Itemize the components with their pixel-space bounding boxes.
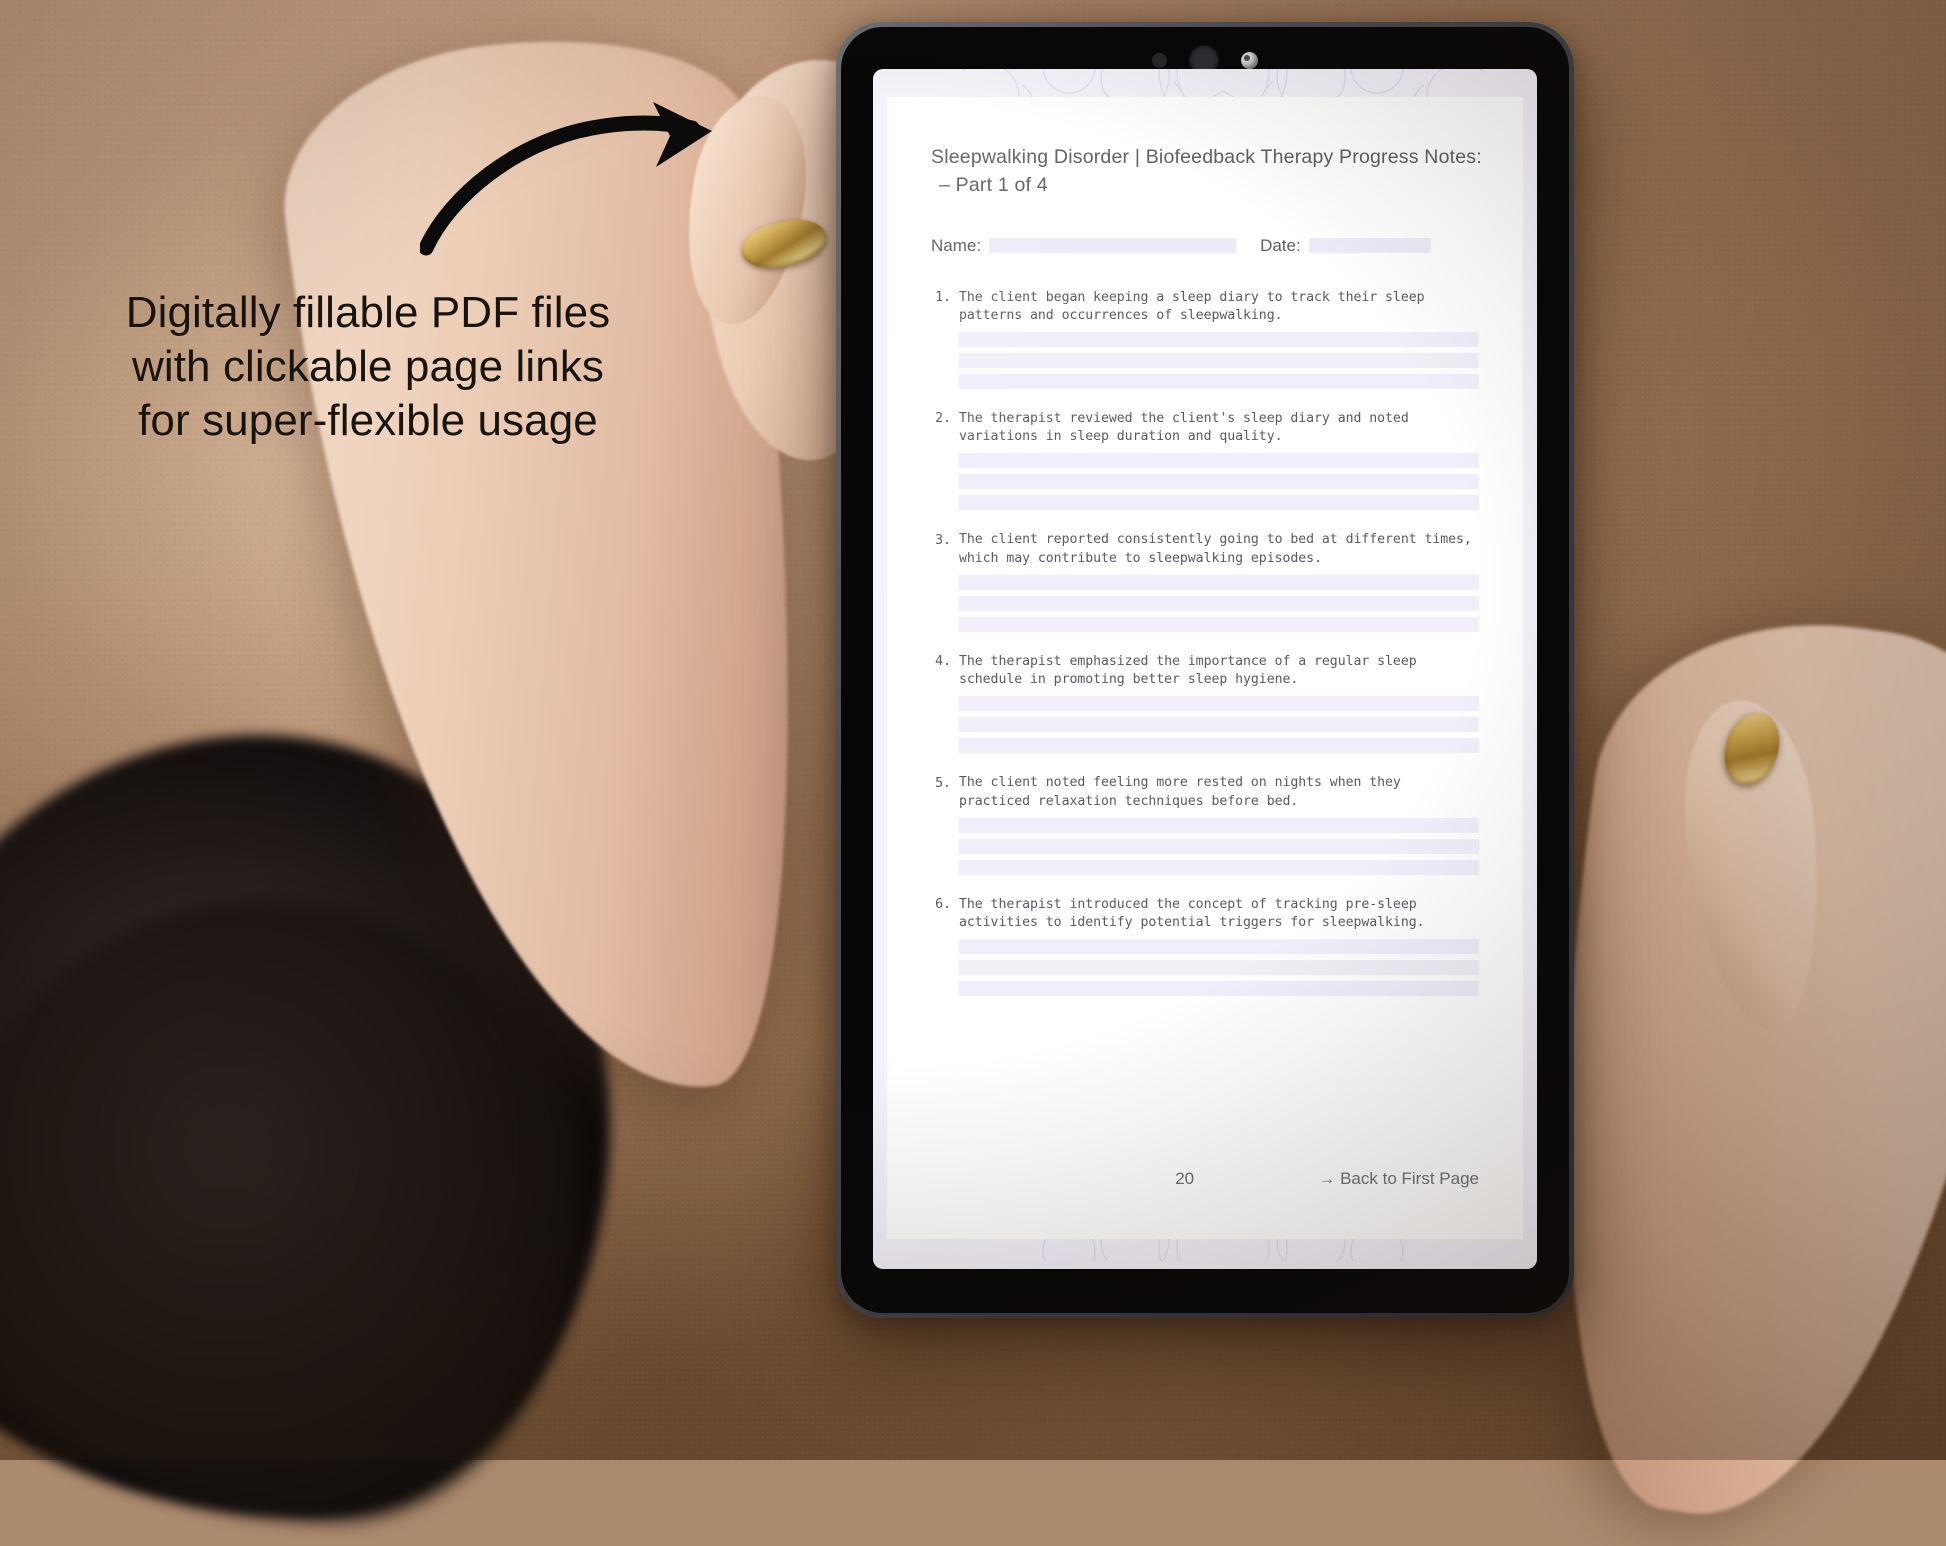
name-label: Name:	[931, 235, 982, 255]
front-camera-icon	[1241, 51, 1258, 69]
note-item-number: 4.	[935, 654, 951, 670]
note-item-text: The client reported consistently going t…	[959, 532, 1472, 566]
answer-line-input[interactable]	[959, 495, 1479, 511]
note-item-number: 2.	[935, 411, 951, 427]
note-item: 6. The therapist introduced the concept …	[931, 896, 1479, 997]
document-subtitle: – Part 1 of 4	[939, 174, 1048, 197]
person-hair-highlight	[0, 900, 580, 1520]
note-item-number: 1.	[935, 290, 951, 306]
note-item-number: 3.	[935, 532, 951, 548]
curved-arrow-right-icon	[420, 102, 712, 256]
note-item-text: The client began keeping a sleep diary t…	[959, 289, 1425, 323]
answer-line-input[interactable]	[959, 717, 1479, 733]
answer-lines	[959, 817, 1479, 875]
answer-line-input[interactable]	[959, 574, 1479, 590]
answer-line-input[interactable]	[959, 817, 1479, 833]
answer-line-input[interactable]	[959, 738, 1479, 754]
note-item: 5. The client noted feeling more rested …	[931, 774, 1479, 875]
note-item-text: The therapist reviewed the client's slee…	[959, 410, 1409, 445]
answer-line-input[interactable]	[959, 595, 1479, 611]
note-item-text: The client noted feeling more rested on …	[959, 775, 1401, 809]
answer-line-input[interactable]	[959, 939, 1479, 955]
tablet-device: Sleepwalking Disorder | Biofeedback Ther…	[836, 22, 1574, 1318]
note-item-number: 5.	[935, 775, 951, 791]
answer-line-input[interactable]	[959, 960, 1479, 976]
promo-headline-line-2: with clickable page links	[131, 342, 605, 392]
note-item: 1. The client began keeping a sleep diar…	[931, 289, 1479, 389]
note-item-text: The therapist introduced the concept of …	[959, 896, 1425, 930]
answer-lines	[959, 939, 1479, 997]
answer-lines	[959, 331, 1479, 389]
answer-line-input[interactable]	[959, 453, 1479, 469]
name-input[interactable]	[989, 238, 1237, 254]
note-item-number: 6.	[935, 897, 951, 913]
answer-lines	[959, 696, 1479, 754]
answer-lines	[959, 574, 1479, 632]
answer-line-input[interactable]	[959, 474, 1479, 490]
pdf-page: Sleepwalking Disorder | Biofeedback Ther…	[887, 97, 1523, 1239]
answer-lines	[959, 453, 1479, 511]
note-item: 4. The therapist emphasized the importan…	[931, 653, 1479, 754]
page-number: 20	[1175, 1169, 1195, 1188]
note-item-text: The therapist emphasized the importance …	[959, 653, 1417, 688]
document-title: Sleepwalking Disorder | Biofeedback Ther…	[931, 146, 1482, 168]
meta-row: Name: Date:	[931, 236, 1479, 256]
tablet-screen[interactable]: Sleepwalking Disorder | Biofeedback Ther…	[873, 69, 1537, 1269]
promo-headline: Digitally fillable PDF files with clicka…	[58, 286, 678, 448]
answer-line-input[interactable]	[959, 859, 1479, 875]
answer-line-input[interactable]	[959, 352, 1479, 368]
answer-line-input[interactable]	[959, 616, 1479, 632]
tablet-bezel: Sleepwalking Disorder | Biofeedback Ther…	[841, 27, 1569, 1313]
promo-headline-line-3: for super-flexible usage	[138, 396, 598, 446]
answer-line-input[interactable]	[959, 838, 1479, 854]
answer-line-input[interactable]	[959, 981, 1479, 997]
note-item: 2. The therapist reviewed the client's s…	[931, 410, 1479, 511]
note-item: 3. The client reported consistently goin…	[931, 531, 1479, 632]
note-items-list: 1. The client began keeping a sleep diar…	[931, 289, 1479, 997]
answer-line-input[interactable]	[959, 373, 1479, 389]
answer-line-input[interactable]	[959, 331, 1479, 347]
date-input[interactable]	[1308, 238, 1431, 254]
page-footer: 20 → Back to First Page	[931, 1169, 1479, 1189]
date-label: Date:	[1260, 235, 1301, 255]
back-to-first-page-link[interactable]: → Back to First Page	[1318, 1169, 1479, 1189]
answer-line-input[interactable]	[959, 696, 1479, 712]
promo-headline-line-1: Digitally fillable PDF files	[125, 288, 611, 337]
sensor-dot-icon	[1152, 52, 1167, 68]
